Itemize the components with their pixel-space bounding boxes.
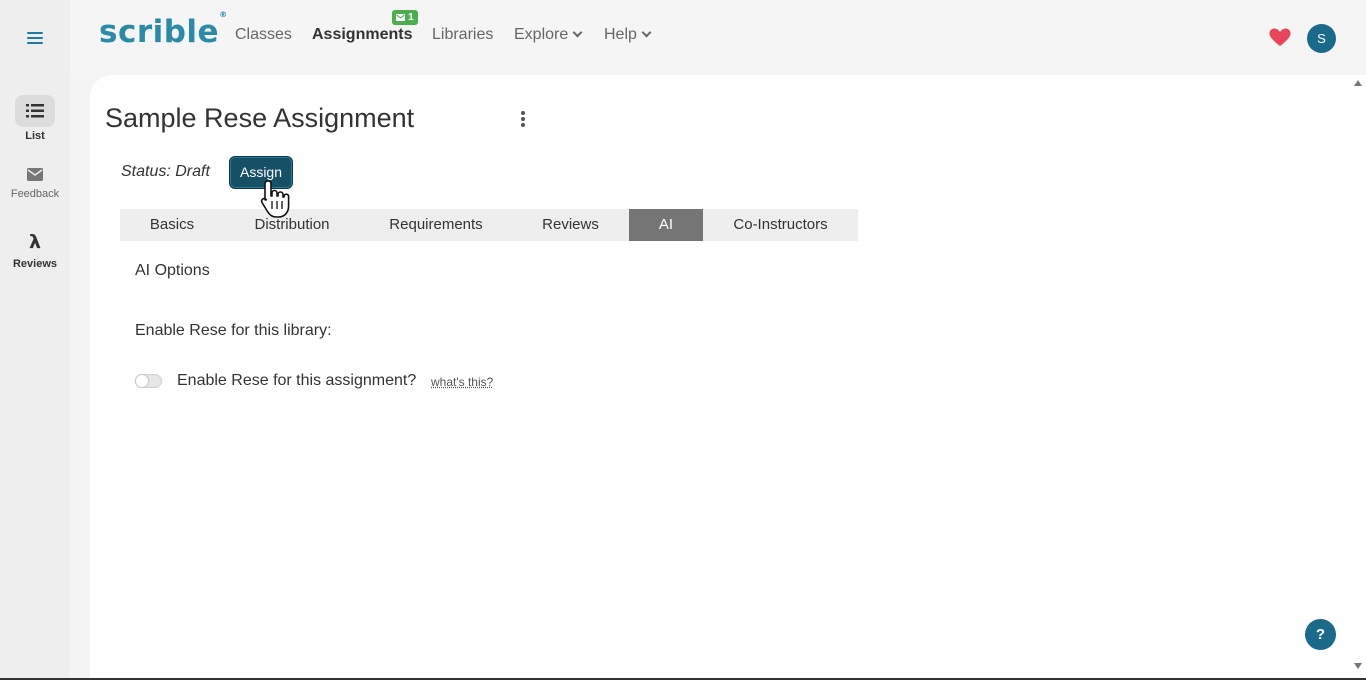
chevron-down-icon: [641, 27, 652, 38]
nav-label: Assignments: [312, 26, 413, 43]
nav-label: Classes: [235, 26, 292, 43]
enable-rese-assignment-label: Enable Rese for this assignment?: [177, 372, 417, 389]
envelope-icon: [396, 13, 406, 21]
ai-options-heading: AI Options: [135, 262, 210, 279]
list-icon: [15, 95, 55, 127]
lambda-icon: λ: [28, 231, 42, 253]
nav-label: Explore: [514, 26, 569, 43]
more-options-icon[interactable]: [521, 111, 525, 129]
logo-text: scrible: [99, 14, 220, 50]
rail-item-reviews[interactable]: λ Reviews: [0, 232, 70, 270]
page-title: Sample Rese Assignment: [105, 103, 415, 133]
nav-explore[interactable]: Explore: [514, 26, 583, 44]
rail-item-list[interactable]: List: [0, 95, 70, 142]
toggle-knob: [136, 375, 148, 387]
badge-count: 1: [408, 12, 414, 23]
tab-basics[interactable]: Basics: [120, 209, 224, 241]
assignments-badge: 1: [392, 10, 418, 25]
tab-ai[interactable]: AI: [629, 209, 703, 241]
left-rail: List Feedback λ Reviews: [0, 0, 70, 680]
user-avatar[interactable]: S: [1307, 24, 1336, 53]
nav-label: Libraries: [432, 26, 494, 43]
enable-rese-assignment-toggle[interactable]: [135, 374, 162, 388]
chevron-down-icon: [572, 27, 583, 38]
nav-libraries[interactable]: Libraries: [432, 26, 493, 44]
scrollbar[interactable]: [1350, 75, 1366, 680]
envelope-icon: [27, 168, 43, 181]
avatar-initial: S: [1317, 31, 1326, 46]
nav-label: Help: [604, 26, 637, 43]
assignment-tabs: Basics Distribution Requirements Reviews…: [120, 209, 858, 241]
scroll-down-arrow-icon[interactable]: [1354, 663, 1362, 669]
top-nav-bar: scrible® Classes Assignments 1 Libraries…: [70, 0, 1366, 75]
scroll-up-arrow-icon[interactable]: [1354, 80, 1362, 86]
rail-item-label: List: [25, 130, 45, 142]
nav-assignments[interactable]: Assignments: [312, 26, 412, 44]
heart-icon[interactable]: [1269, 28, 1291, 47]
rail-item-label: Feedback: [10, 188, 60, 200]
tab-reviews[interactable]: Reviews: [512, 209, 629, 241]
tab-co-instructors[interactable]: Co-Instructors: [703, 209, 858, 241]
help-button[interactable]: ?: [1305, 619, 1336, 650]
library-enable-label: Enable Rese for this library:: [135, 322, 332, 339]
rail-item-feedback[interactable]: Feedback: [0, 168, 70, 200]
whats-this-link[interactable]: what's this?: [431, 375, 493, 389]
hand-pointer-cursor-icon: [260, 180, 290, 218]
rail-item-label: Reviews: [12, 258, 58, 270]
tab-requirements[interactable]: Requirements: [360, 209, 512, 241]
main-panel: Sample Rese Assignment Status: Draft Ass…: [90, 75, 1350, 680]
logo-mark: ®: [219, 9, 228, 19]
scrible-logo[interactable]: scrible®: [99, 10, 228, 50]
hamburger-menu-icon[interactable]: [27, 32, 43, 46]
status-label: Status: Draft: [121, 163, 210, 180]
nav-classes[interactable]: Classes: [235, 26, 292, 44]
nav-help[interactable]: Help: [604, 26, 652, 44]
